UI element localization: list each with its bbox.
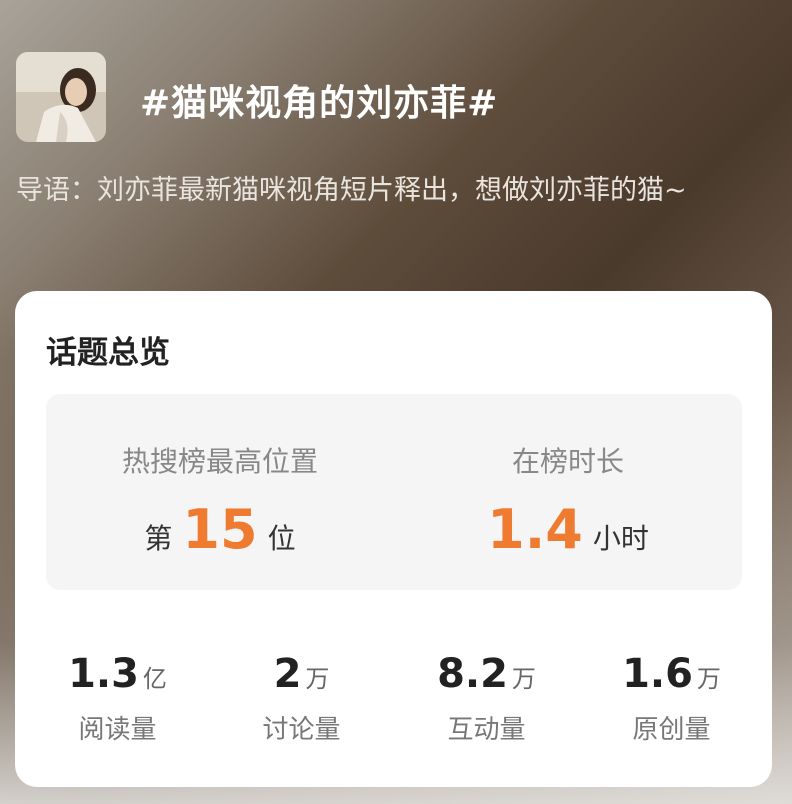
card-title: 话题总览 [46, 335, 170, 371]
stat-label: 阅读量 [78, 715, 157, 745]
highest-rank-label: 热搜榜最高位置 [121, 445, 318, 478]
ranking-summary: 热搜榜最高位置 第 15 位 在榜时长 1.4 小时 [46, 394, 742, 590]
duration-block: 在榜时长 1.4 小时 [394, 394, 742, 590]
stat-label: 讨论量 [262, 715, 341, 745]
stat-value: 1.3 [68, 651, 139, 697]
stat-value: 8.2 [437, 651, 508, 697]
stats-row: 1.3 亿 阅读量 2 万 讨论量 8.2 万 互动量 1.6 万 原创量 [15, 651, 772, 745]
stat-interaction: 8.2 万 互动量 [392, 651, 581, 745]
stat-discussion: 2 万 讨论量 [207, 651, 396, 745]
stat-unit: 万 [696, 665, 721, 693]
stat-read: 1.3 亿 阅读量 [23, 651, 212, 745]
stat-label: 原创量 [632, 715, 711, 745]
stat-value: 2 [273, 651, 302, 697]
stat-original: 1.6 万 原创量 [577, 651, 766, 745]
topic-overview-card: 话题总览 热搜榜最高位置 第 15 位 在榜时长 1.4 小时 1.3 亿 阅读… [15, 291, 772, 787]
duration-label: 在榜时长 [511, 445, 624, 478]
avatar[interactable] [16, 52, 106, 142]
topic-title: #猫咪视角的刘亦菲# [140, 83, 499, 124]
topic-header: #猫咪视角的刘亦菲# [16, 52, 776, 142]
duration-suffix: 小时 [592, 522, 649, 555]
duration-value: 1.4 小时 [394, 498, 742, 561]
stat-unit: 亿 [142, 665, 167, 693]
duration-number: 1.4 [487, 498, 583, 561]
user-photo-icon [16, 52, 106, 142]
highest-rank-prefix: 第 [144, 522, 173, 555]
highest-rank-suffix: 位 [267, 522, 296, 555]
topic-intro: 导语：刘亦菲最新猫咪视角短片释出，想做刘亦菲的猫~ [16, 175, 687, 206]
stat-unit: 万 [305, 665, 330, 693]
stat-value: 1.6 [622, 651, 693, 697]
stat-label: 互动量 [447, 715, 526, 745]
highest-rank-number: 15 [182, 498, 258, 561]
highest-rank-value: 第 15 位 [46, 498, 394, 561]
stat-unit: 万 [511, 665, 536, 693]
highest-rank-block: 热搜榜最高位置 第 15 位 [46, 394, 394, 590]
